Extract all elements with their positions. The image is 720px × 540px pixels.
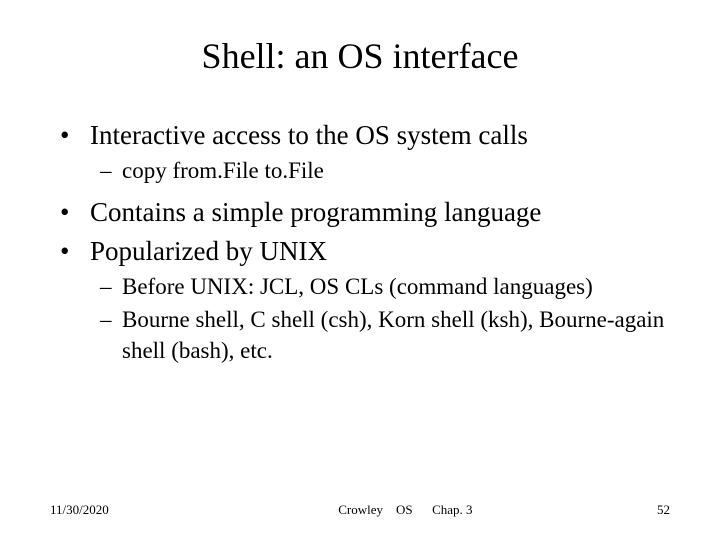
slide-title: Shell: an OS interface xyxy=(50,35,670,77)
slide-footer: 11/30/2020 Crowley OS Chap. 3 52 xyxy=(50,502,670,518)
footer-center: Crowley OS Chap. 3 xyxy=(109,502,657,518)
sub-mark: – xyxy=(100,271,122,302)
sub-text: Bourne shell, C shell (csh), Korn shell … xyxy=(122,304,670,366)
sub-mark: – xyxy=(100,304,122,366)
bullet-mark: • xyxy=(60,233,90,269)
bullet-text: Interactive access to the OS system call… xyxy=(90,117,670,153)
footer-page: 52 xyxy=(657,502,670,518)
bullet-text: Popularized by UNIX xyxy=(90,233,670,269)
sub-item: – Bourne shell, C shell (csh), Korn shel… xyxy=(100,304,670,366)
bullet-item: • Contains a simple programming language xyxy=(60,194,670,230)
bullet-item: • Interactive access to the OS system ca… xyxy=(60,117,670,153)
sub-item: – Before UNIX: JCL, OS CLs (command lang… xyxy=(100,271,670,302)
slide-content: • Interactive access to the OS system ca… xyxy=(50,117,670,367)
sub-item: – copy from.File to.File xyxy=(100,155,670,186)
sub-text: Before UNIX: JCL, OS CLs (command langua… xyxy=(122,271,670,302)
sub-mark: – xyxy=(100,155,122,186)
footer-date: 11/30/2020 xyxy=(50,502,109,518)
bullet-text: Contains a simple programming language xyxy=(90,194,670,230)
bullet-mark: • xyxy=(60,194,90,230)
sub-text: copy from.File to.File xyxy=(122,155,670,186)
bullet-item: • Popularized by UNIX xyxy=(60,233,670,269)
bullet-mark: • xyxy=(60,117,90,153)
